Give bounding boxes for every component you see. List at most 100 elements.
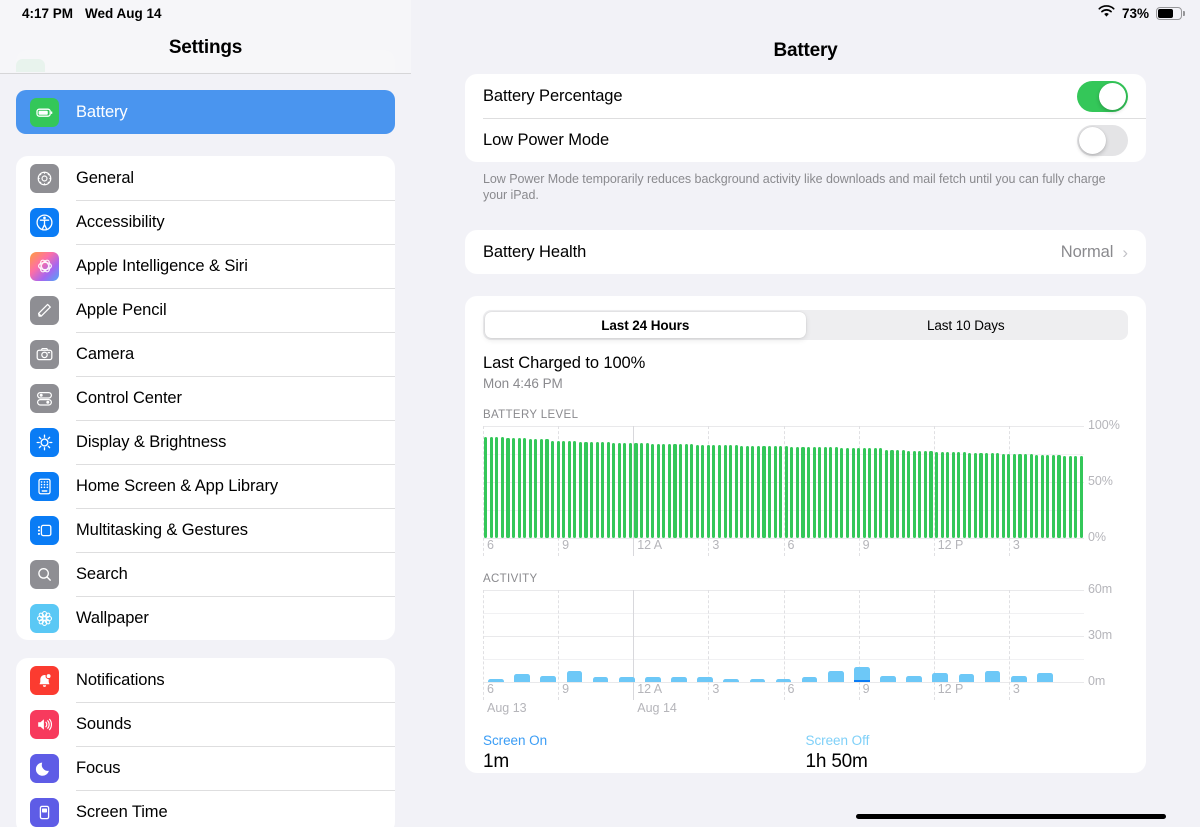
sidebar-item-label: Control Center [76,388,182,407]
time-range-segmented-control[interactable]: Last 24 Hours Last 10 Days [483,310,1128,340]
battery-level-bar [923,450,927,538]
activity-chart: 0m 30m 60m 6 9 12 A 3 6 9 12 P3 Aug 13 Aug 14 [483,582,1146,719]
low-power-mode-row[interactable]: Low Power Mode [465,118,1146,162]
sidebar-item-camera[interactable]: Camera [16,332,395,376]
battery-level-bar [645,442,649,538]
battery-level-bar [556,440,560,538]
low-power-mode-footnote: Low Power Mode temporarily reduces backg… [483,172,1106,202]
chart-x-tick-label: 12 A [637,682,663,696]
chart-x-tick-label: 6 [787,682,795,696]
battery-level-bar [951,451,955,538]
battery-level-bar [845,448,850,538]
chart-y-tick-label: 100% [1088,418,1120,432]
page-title: Settings [168,37,243,58]
sidebar-item-notifications[interactable]: Notifications [16,658,395,702]
battery-level-bar [829,447,833,538]
battery-level-bar [651,443,655,538]
activity-bar [827,671,844,682]
sidebar-item-sounds[interactable]: Sounds [16,702,395,746]
low-power-mode-toggle[interactable] [1077,124,1128,156]
screen-on-value: 1m [483,751,509,772]
battery-level-bar [862,448,866,538]
chart-y-tick-label: 50% [1088,474,1113,488]
battery-level-plot: 0% 50% 100% [483,418,1146,556]
battery-level-x-axis: 6 9 12 A 3 6 9 12 P 3 [483,538,1146,555]
sidebar-item-multitasking-gestures[interactable]: Multitasking & Gestures [16,508,395,552]
battery-level-bar [578,441,582,538]
chart-x-tick-label: 6 [487,538,494,552]
battery-level-bar [957,451,961,538]
sidebar-item-apple-pencil[interactable]: Apple Pencil [16,288,395,332]
activity-bar [932,672,949,682]
battery-level-bar [545,439,549,538]
battery-level-bar [779,446,783,538]
battery-level-bar [873,448,877,538]
battery-level-bar [1007,454,1011,538]
chart-x-tick-label: 9 [562,538,570,552]
sidebar-item-focus[interactable]: Focus [16,746,395,790]
segment-last-24-hours[interactable]: Last 24 Hours [485,312,806,338]
battery-level-bar [940,451,944,538]
battery-level-bar [690,443,694,538]
screen-time-summary: Screen On 1m Screen Off 1h 50m [465,719,1146,773]
battery-level-bar [1012,454,1016,538]
battery-level-bar [506,438,510,538]
battery-level-bar [907,450,911,538]
battery-level-bar [612,442,616,538]
battery-level-bar [751,446,755,538]
battery-level-bar [1062,456,1067,538]
siri-icon [30,251,59,281]
sidebar-group-notifications: Notifications Sounds Focus Screen Time [16,658,395,827]
segment-last-10-days[interactable]: Last 10 Days [806,312,1127,338]
battery-level-bar [823,447,827,538]
sidebar-item-wallpaper[interactable]: Wallpaper [16,596,395,640]
sidebar-item-accessibility[interactable]: Accessibility [16,200,395,244]
battery-level-bar [812,447,816,538]
sidebar-item-search[interactable]: Search [16,552,395,596]
sidebar-item-display-brightness[interactable]: Display & Brightness [16,420,395,464]
chart-x-tick-label: 9 [562,682,570,696]
battery-level-bar [795,447,799,538]
battery-level-bar [890,449,894,538]
sidebar-scroll[interactable]: Battery General Accessibility Apple Inte… [0,0,411,827]
battery-level-bar [512,438,516,538]
battery-level-bar [934,451,939,538]
settings-sidebar[interactable]: Battery General Accessibility Apple Inte… [0,0,411,827]
sidebar-item-label: Display & Brightness [76,432,227,451]
sidebar-item-battery[interactable]: Battery [16,90,395,134]
battery-level-bar [756,446,760,538]
sidebar-item-control-center[interactable]: Control Center [16,376,395,420]
battery-health-row[interactable]: Battery Health Normal › [465,230,1146,274]
battery-level-bar [1040,455,1044,538]
moon-icon [30,753,59,783]
battery-level-bar [523,438,527,538]
sidebar-item-general[interactable]: General [16,156,395,200]
battery-level-bar [868,448,872,538]
battery-percentage-toggle[interactable] [1077,80,1128,112]
sidebar-item-label: Screen Time [76,802,168,821]
battery-level-bar [884,449,888,538]
sidebar-item-home-screen-app-library[interactable]: Home Screen & App Library [16,464,395,508]
brightness-icon [30,427,59,457]
sidebar-item-screen-time[interactable]: Screen Time [16,790,395,827]
battery-level-bar [589,441,594,538]
battery-level-bar [968,452,972,538]
last-charged-title: Last Charged to 100% [483,354,646,372]
chart-x-tick-label: 12 P [937,538,964,552]
sidebar-selected-group: Battery [16,90,395,134]
battery-level-bar [834,447,838,538]
battery-level-bar [1079,456,1083,538]
battery-level-bar [962,451,966,538]
low-power-mode-label: Low Power Mode [483,130,610,149]
sidebar-item-apple-intelligence-siri[interactable]: Apple Intelligence & Siri [16,244,395,288]
battery-level-bar [990,452,994,538]
battery-level-bar [656,443,660,538]
bell-icon [30,665,59,695]
battery-level-bar [985,452,989,538]
battery-percentage-row[interactable]: Battery Percentage [465,74,1146,118]
battery-level-bar [912,450,916,538]
chart-x-tick-label: 12 P [937,682,964,696]
battery-level-bar [601,441,605,538]
battery-level-bar [634,442,638,538]
activity-x-axis: 6 9 12 A 3 6 9 12 P 3 [483,682,1146,699]
